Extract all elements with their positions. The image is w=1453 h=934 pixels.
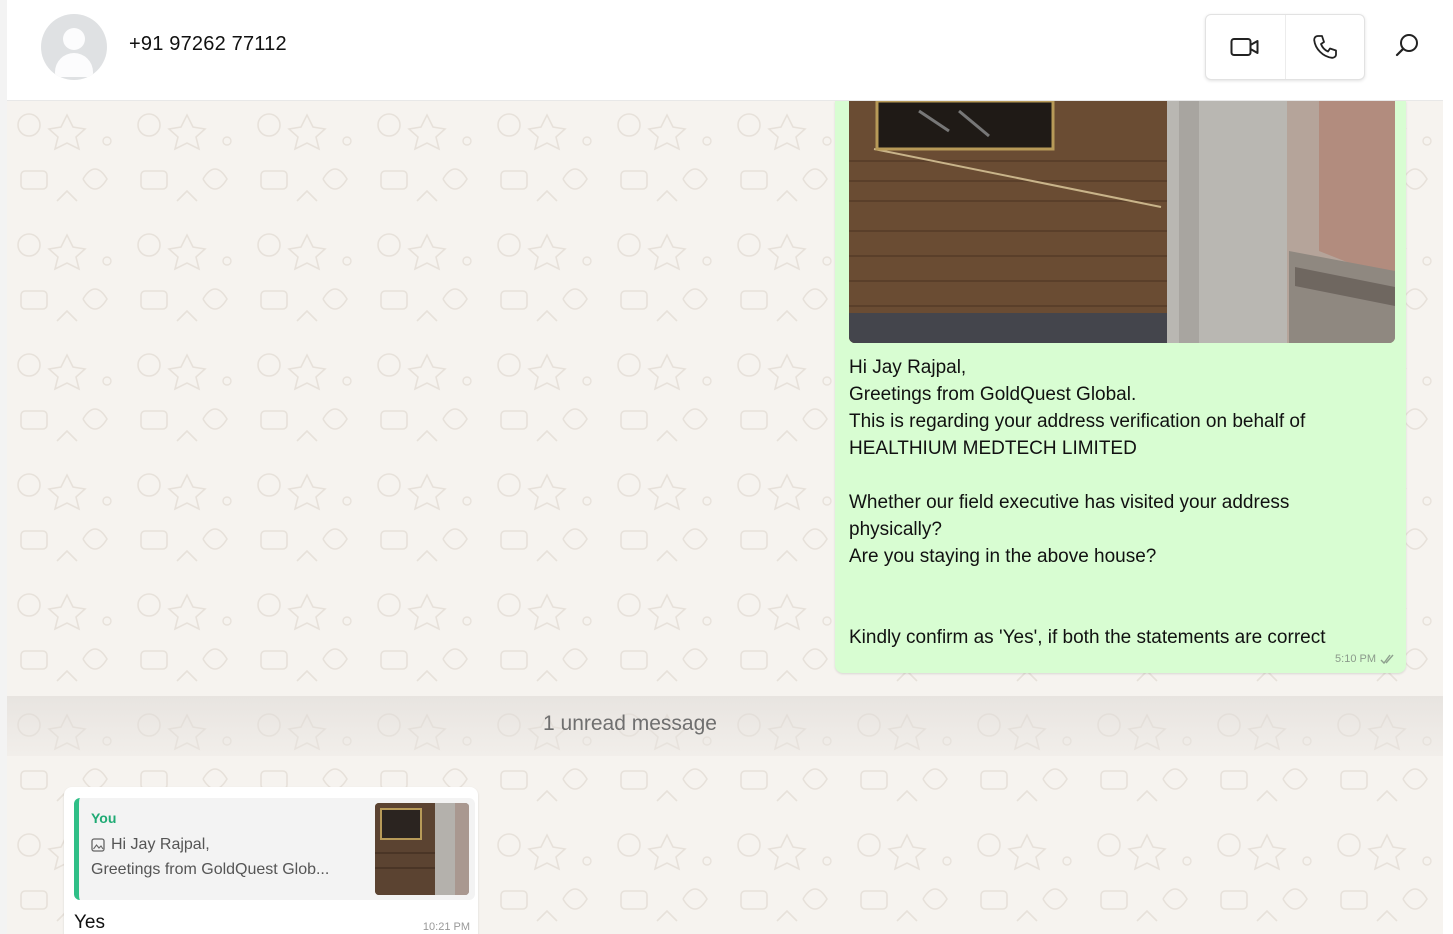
- search-button[interactable]: [1392, 30, 1422, 60]
- chat-area[interactable]: Hi Jay Rajpal, Greetings from GoldQuest …: [7, 101, 1443, 934]
- quote-text-line2: Greetings from GoldQuest Glob...: [91, 861, 330, 878]
- message-line: This is regarding your address verificat…: [849, 411, 1306, 432]
- voice-call-button[interactable]: [1284, 15, 1365, 79]
- house-photo-attachment[interactable]: [849, 101, 1395, 343]
- message-line: [849, 462, 1389, 489]
- phone-icon: [1313, 35, 1337, 59]
- outgoing-message-bubble[interactable]: Hi Jay Rajpal, Greetings from GoldQuest …: [835, 101, 1406, 673]
- message-line: physically?: [849, 519, 942, 540]
- outgoing-message-text: Hi Jay Rajpal, Greetings from GoldQuest …: [849, 354, 1389, 651]
- quote-line: Hi Jay Rajpal,: [91, 836, 210, 854]
- message-line: Greetings from GoldQuest Global.: [849, 384, 1137, 405]
- message-line: Hi Jay Rajpal,: [849, 357, 967, 378]
- incoming-message-timestamp: 10:21 PM: [422, 921, 470, 933]
- contact-name[interactable]: +91 97262 77112: [129, 33, 287, 56]
- message-line: Are you staying in the above house?: [849, 546, 1157, 567]
- contact-avatar[interactable]: [41, 14, 107, 80]
- quote-author: You: [91, 810, 117, 826]
- unread-messages-label: 1 unread message: [543, 712, 717, 735]
- message-line: [849, 597, 1389, 624]
- quoted-message[interactable]: You Hi Jay Rajpal, Greetings from GoldQu…: [74, 798, 475, 900]
- message-line: Whether our field executive has visited …: [849, 492, 1290, 513]
- message-timestamp: 5:10 PM: [1335, 653, 1376, 665]
- video-call-button[interactable]: [1206, 15, 1285, 79]
- call-button-group: [1205, 14, 1365, 80]
- avatar-head: [63, 28, 85, 50]
- search-icon: [1395, 34, 1418, 57]
- house-photo: [849, 101, 1395, 343]
- message-line: [849, 570, 1389, 597]
- avatar-body: [55, 53, 93, 77]
- incoming-message-bubble[interactable]: You Hi Jay Rajpal, Greetings from GoldQu…: [64, 787, 478, 934]
- message-line: Kindly confirm as 'Yes', if both the sta…: [849, 627, 1326, 648]
- video-call-icon: [1230, 38, 1259, 56]
- image-icon: [91, 838, 105, 852]
- quoted-image-thumbnail: [375, 803, 469, 895]
- double-tick-icon: [1380, 654, 1394, 665]
- quote-text-line1: Hi Jay Rajpal,: [111, 836, 210, 853]
- message-line: HEALTHIUM MEDTECH LIMITED: [849, 438, 1137, 459]
- chat-header: +91 97262 77112: [7, 0, 1443, 101]
- incoming-message-text: Yes: [74, 912, 105, 933]
